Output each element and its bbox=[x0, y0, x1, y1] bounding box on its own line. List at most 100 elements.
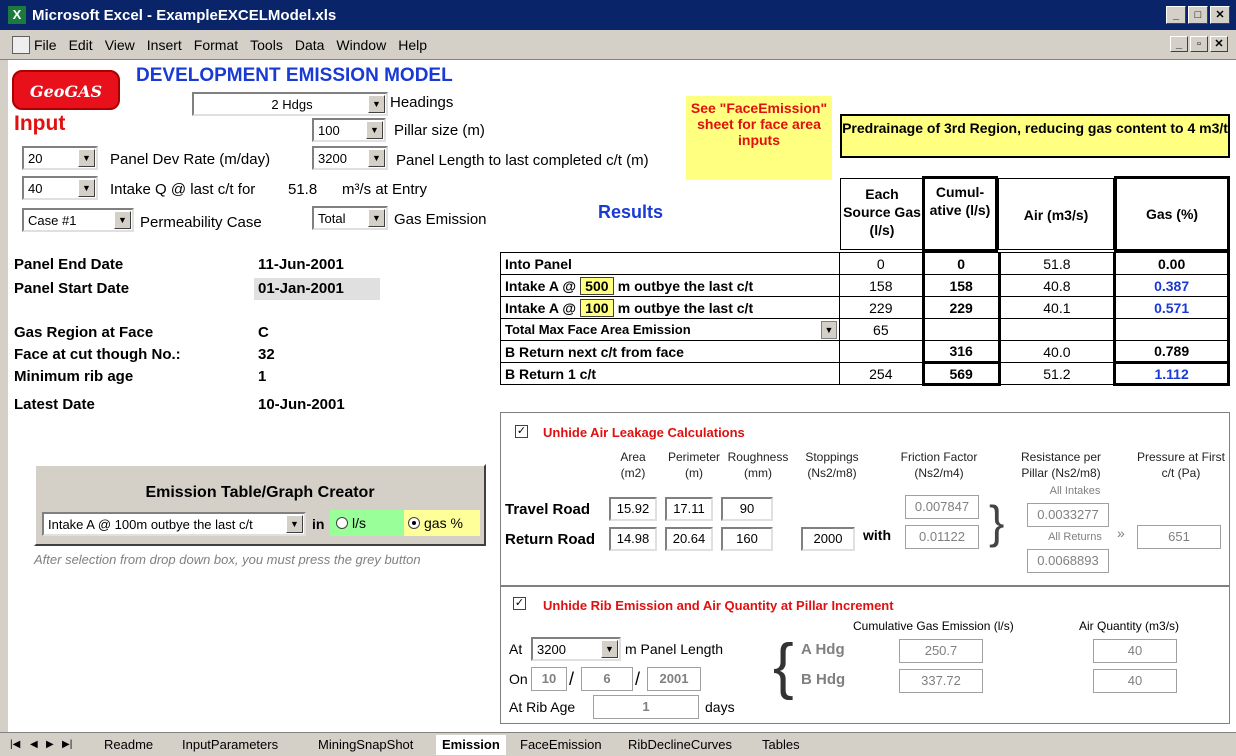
tab-emission[interactable]: Emission bbox=[436, 735, 506, 755]
cell-gas: 0.571 bbox=[1113, 296, 1230, 319]
document-icon[interactable] bbox=[12, 36, 30, 54]
brace-icon: { bbox=[773, 632, 794, 701]
table-row: B Return 1 c/t 254 569 51.2 1.112 bbox=[500, 361, 1230, 386]
brace-icon: } bbox=[989, 496, 1005, 548]
days-label: days bbox=[705, 699, 735, 715]
chevron-down-icon[interactable]: ▼ bbox=[368, 149, 385, 167]
sheet-tabs-bar: |◀ ◀ ▶ ▶| Readme InputParameters MiningS… bbox=[0, 732, 1236, 756]
at-label: At bbox=[509, 641, 523, 657]
tab-last-icon[interactable]: ▶| bbox=[62, 735, 72, 755]
return-area-field[interactable]: 14.98 bbox=[609, 527, 657, 551]
permeability-select[interactable]: Case #1 ▼ bbox=[22, 208, 134, 232]
chevron-down-icon[interactable]: ▼ bbox=[366, 121, 383, 139]
chevron-down-icon[interactable]: ▼ bbox=[78, 179, 95, 197]
menu-file[interactable]: File bbox=[34, 37, 57, 53]
chevron-down-icon[interactable]: ▼ bbox=[286, 515, 303, 533]
cell-each: 65 bbox=[838, 318, 924, 341]
arrow-right-icon: » bbox=[1117, 525, 1125, 541]
date-sep: / bbox=[635, 669, 641, 689]
day-field: 10 bbox=[531, 667, 567, 691]
panel-length-select[interactable]: 3200 ▼ bbox=[312, 146, 388, 170]
menu-edit[interactable]: Edit bbox=[69, 37, 93, 53]
menu-insert[interactable]: Insert bbox=[147, 37, 182, 53]
gas-emission-select[interactable]: Total ▼ bbox=[312, 206, 388, 230]
chevron-down-icon[interactable]: ▼ bbox=[368, 95, 385, 113]
creator-title-button[interactable]: Emission Table/Graph Creator bbox=[36, 484, 484, 502]
tab-prev-icon[interactable]: ◀ bbox=[30, 735, 38, 755]
headings-select[interactable]: 2 Hdgs ▼ bbox=[192, 92, 388, 116]
rib-length-select[interactable]: 3200 ▼ bbox=[531, 637, 621, 661]
minimize-button[interactable]: _ bbox=[1166, 6, 1186, 24]
panel-start-value[interactable]: 01-Jan-2001 bbox=[254, 278, 380, 300]
tab-miningsnapshot[interactable]: MiningSnapShot bbox=[318, 735, 413, 755]
air-quantity-label: Air Quantity (m3/s) bbox=[1079, 619, 1180, 633]
cell-each: 254 bbox=[838, 362, 924, 385]
tab-readme[interactable]: Readme bbox=[104, 735, 153, 755]
headings-value: 2 Hdgs bbox=[271, 96, 313, 112]
menu-view[interactable]: View bbox=[105, 37, 135, 53]
wb-minimize-button[interactable]: _ bbox=[1170, 36, 1188, 52]
rib-checkbox[interactable]: ✓ bbox=[513, 597, 526, 610]
predrainage-note: Predrainage of 3rd Region, reducing gas … bbox=[840, 114, 1230, 158]
travel-roughness-field[interactable]: 90 bbox=[721, 497, 773, 521]
resistance-returns-field: 0.0068893 bbox=[1027, 549, 1109, 573]
face-emission-select[interactable]: Total Max Face Area Emission ▼ bbox=[500, 318, 840, 341]
tab-first-icon[interactable]: |◀ bbox=[10, 735, 20, 755]
return-roughness-field[interactable]: 160 bbox=[721, 527, 773, 551]
return-perimeter-field[interactable]: 20.64 bbox=[665, 527, 713, 551]
intake-distance-input[interactable]: 100 bbox=[579, 298, 614, 317]
cell-gas: 0.387 bbox=[1113, 274, 1230, 297]
col-roughness-header: Roughness (mm) bbox=[727, 450, 789, 480]
pillar-select[interactable]: 100 ▼ bbox=[312, 118, 386, 142]
leak-checkbox[interactable]: ✓ bbox=[515, 425, 528, 438]
table-row: Intake A @ 100 m outbye the last c/t 229… bbox=[500, 296, 1230, 319]
creator-note: After selection from drop down box, you … bbox=[34, 552, 421, 567]
row-suffix: m outbye the last c/t bbox=[617, 299, 754, 316]
devrate-label: Panel Dev Rate (m/day) bbox=[110, 151, 271, 168]
year-field: 2001 bbox=[647, 667, 701, 691]
chevron-down-icon[interactable]: ▼ bbox=[820, 321, 837, 339]
chevron-down-icon[interactable]: ▼ bbox=[601, 640, 618, 658]
chevron-down-icon[interactable]: ▼ bbox=[114, 211, 131, 229]
permeability-label: Permeability Case bbox=[140, 214, 262, 231]
tab-faceemission[interactable]: FaceEmission bbox=[520, 735, 602, 755]
wb-restore-button[interactable]: ▫ bbox=[1190, 36, 1208, 52]
intake-entry-value: 51.8 bbox=[288, 181, 318, 198]
cell-cum bbox=[921, 318, 1001, 341]
rib-age-field: 1 bbox=[593, 695, 699, 719]
menu-help[interactable]: Help bbox=[398, 37, 427, 53]
travel-perimeter-field[interactable]: 17.11 bbox=[665, 497, 713, 521]
leak-checkbox-label: Unhide Air Leakage Calculations bbox=[543, 425, 745, 440]
intake-distance-input[interactable]: 500 bbox=[579, 276, 614, 295]
travel-area-field[interactable]: 15.92 bbox=[609, 497, 657, 521]
tab-tables[interactable]: Tables bbox=[762, 735, 800, 755]
tab-ribdeclinecurves[interactable]: RibDeclineCurves bbox=[628, 735, 732, 755]
table-row: Total Max Face Area Emission ▼ 65 bbox=[500, 318, 1230, 341]
ls-radio[interactable]: l/s bbox=[330, 510, 404, 536]
window-title: Microsoft Excel - ExampleEXCELModel.xls bbox=[32, 6, 337, 24]
chevron-down-icon[interactable]: ▼ bbox=[78, 149, 95, 167]
tab-next-icon[interactable]: ▶ bbox=[46, 735, 54, 755]
devrate-select[interactable]: 20 ▼ bbox=[22, 146, 98, 170]
stoppings-field[interactable]: 2000 bbox=[801, 527, 855, 551]
intake-select[interactable]: 40 ▼ bbox=[22, 176, 98, 200]
menu-format[interactable]: Format bbox=[194, 37, 238, 53]
menu-tools[interactable]: Tools bbox=[250, 37, 283, 53]
cell-air: 40.1 bbox=[998, 296, 1116, 319]
gas-radio[interactable]: gas % bbox=[404, 510, 480, 536]
face-cut-label: Face at cut though No.: bbox=[14, 346, 181, 363]
menu-data[interactable]: Data bbox=[295, 37, 325, 53]
chevron-down-icon[interactable]: ▼ bbox=[368, 209, 385, 227]
row-label: B Return next c/t from face bbox=[500, 340, 840, 363]
menu-window[interactable]: Window bbox=[336, 37, 386, 53]
gas-label: gas % bbox=[424, 515, 463, 531]
maximize-button[interactable]: □ bbox=[1188, 6, 1208, 24]
cell-each: 0 bbox=[838, 252, 924, 275]
close-button[interactable]: ✕ bbox=[1210, 6, 1230, 24]
creator-select[interactable]: Intake A @ 100m outbye the last c/t ▼ bbox=[42, 512, 306, 536]
on-label: On bbox=[509, 671, 528, 687]
tab-inputparameters[interactable]: InputParameters bbox=[182, 735, 278, 755]
see-faceemission-note: See "FaceEmission" sheet for face area i… bbox=[686, 96, 832, 180]
row-label: Total Max Face Area Emission bbox=[505, 322, 691, 337]
wb-close-button[interactable]: ✕ bbox=[1210, 36, 1228, 52]
